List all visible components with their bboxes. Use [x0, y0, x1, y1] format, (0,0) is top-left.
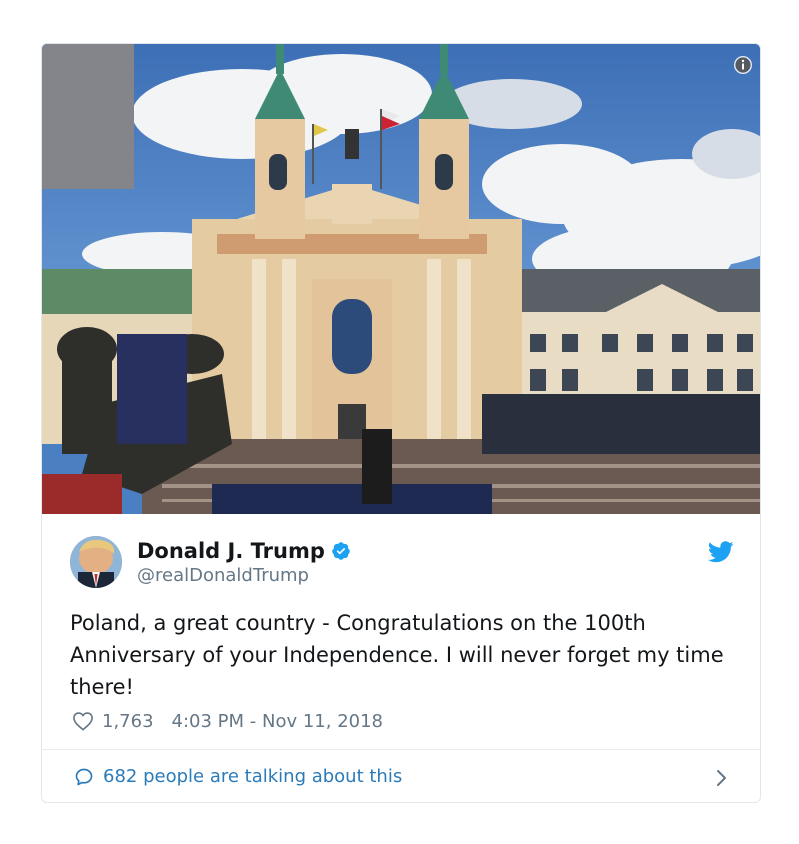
speech-bubble-icon: [75, 768, 93, 786]
twitter-bird-icon[interactable]: [708, 541, 734, 563]
tweet-text: Poland, a great country - Congratulation…: [70, 611, 724, 699]
avatar-portrait-icon: [70, 536, 122, 588]
tweet-meta: 1,763 4:03 PM - Nov 11, 2018: [72, 708, 383, 734]
tweet-photo[interactable]: [42, 44, 760, 514]
photo-scene: [42, 44, 760, 514]
chevron-right-icon[interactable]: [716, 769, 728, 787]
tweet-header: Donald J. Trump @realDonaldTrump: [70, 536, 734, 592]
info-icon[interactable]: [733, 55, 753, 75]
heart-icon[interactable]: [72, 711, 94, 731]
tweet-timestamp[interactable]: 4:03 PM - Nov 11, 2018: [172, 711, 383, 732]
avatar[interactable]: [70, 536, 122, 588]
author-handle[interactable]: @realDonaldTrump: [137, 565, 309, 587]
author-name-row[interactable]: Donald J. Trump: [137, 538, 351, 564]
conversation-link[interactable]: 682 people are talking about this: [42, 750, 760, 802]
author-display-name[interactable]: Donald J. Trump: [137, 538, 325, 564]
embedded-tweet-card: Donald J. Trump @realDonaldTrump Poland,…: [41, 43, 761, 803]
like-count[interactable]: 1,763: [102, 711, 154, 732]
conversation-label[interactable]: 682 people are talking about this: [103, 765, 402, 789]
verified-badge-icon: [332, 542, 350, 560]
